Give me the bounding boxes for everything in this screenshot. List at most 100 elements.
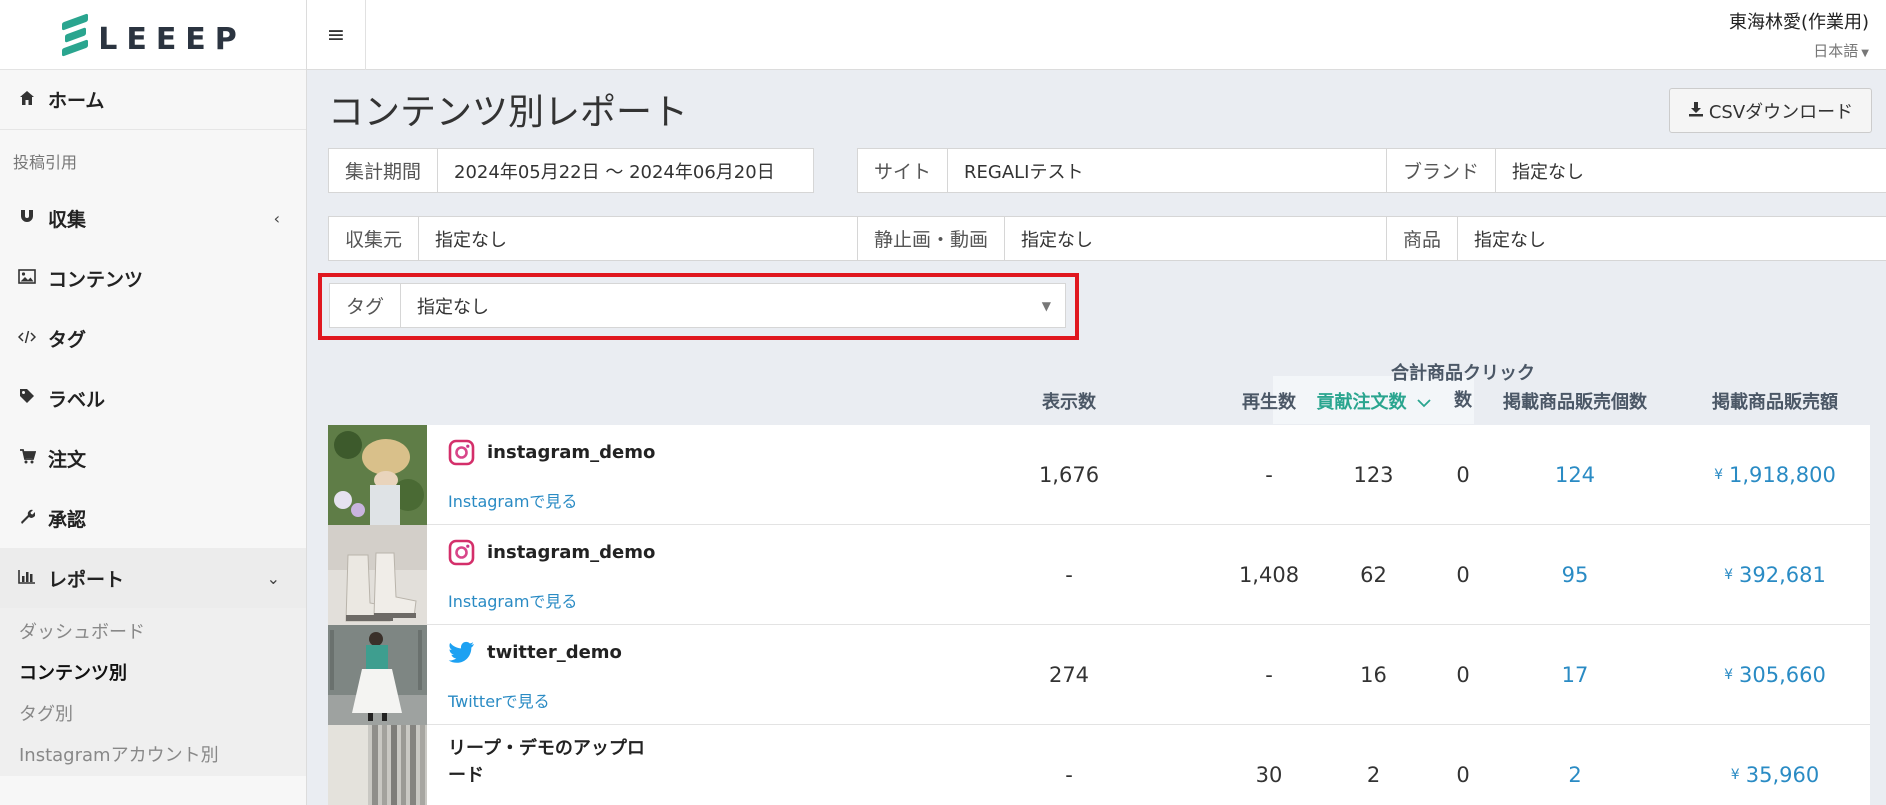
filter-period-value[interactable]: 2024年05月22日 ～ 2024年06月20日 xyxy=(438,149,813,192)
submenu-item-dashboard[interactable]: ダッシュボード xyxy=(0,612,306,653)
content-thumbnail[interactable] xyxy=(328,625,427,725)
sidebar-item-label: ラベル xyxy=(48,388,106,411)
csv-download-label: CSVダウンロード xyxy=(1708,101,1854,123)
cell-impressions: 274 xyxy=(1048,663,1090,687)
table-row[interactable]: instagram_demo Instagramで見る 1,676 - 0 12… xyxy=(328,425,1870,525)
sidebar-item-report[interactable]: レポート ⌄ xyxy=(0,548,306,608)
page-title: コンテンツ別レポート xyxy=(328,92,689,133)
cell-sales[interactable]: ¥1,918,800 xyxy=(1675,425,1875,525)
bar-chart-icon xyxy=(16,569,38,588)
account-info: instagram_demo xyxy=(448,439,655,466)
cell-sales[interactable]: ¥35,960 xyxy=(1675,725,1875,805)
filter-media-type[interactable]: 静止画・動画 指定なし xyxy=(857,216,1387,261)
cart-icon xyxy=(16,448,38,468)
logo[interactable]: LEEEP xyxy=(0,0,306,70)
menu-toggle-icon[interactable]: ≡ xyxy=(307,0,366,70)
cell-sales[interactable]: ¥392,681 xyxy=(1675,525,1875,625)
filter-period[interactable]: 集計期間 2024年05月22日 ～ 2024年06月20日 xyxy=(328,148,814,193)
user-name[interactable]: 東海林愛(作業用) xyxy=(1729,8,1869,34)
sidebar-item-label: レポート xyxy=(48,568,125,591)
currency-symbol: ¥ xyxy=(1714,467,1724,483)
filter-site[interactable]: サイト REGALIテスト xyxy=(857,148,1387,193)
account-name: instagram_demo xyxy=(487,542,656,563)
header-sales[interactable]: 掲載商品販売額 xyxy=(1675,388,1875,414)
filter-brand-value[interactable]: 指定なし xyxy=(1496,149,1886,192)
sidebar-item-label: コンテンツ xyxy=(48,268,144,291)
content-thumbnail[interactable] xyxy=(328,725,427,805)
account-name: instagram_demo xyxy=(487,442,656,463)
content-thumbnail[interactable] xyxy=(328,425,427,525)
table-row[interactable]: リープ・デモのアップロード - 30 0 2 2 ¥35,960 xyxy=(328,725,1870,805)
currency-symbol: ¥ xyxy=(1724,667,1734,683)
filter-source-value[interactable]: 指定なし xyxy=(419,217,857,260)
filter-brand[interactable]: ブランド 指定なし xyxy=(1386,148,1886,193)
logo-mark-icon xyxy=(60,12,90,57)
home-icon xyxy=(16,90,38,110)
main-content: コンテンツ別レポート CSVダウンロード 集計期間 2024年05月22日 ～ … xyxy=(307,70,1886,805)
view-on-instagram-link[interactable]: Instagramで見る xyxy=(448,488,577,512)
sidebar-item-label: ホーム xyxy=(48,90,105,112)
tag-icon xyxy=(16,388,38,408)
logo-text: LEEEP xyxy=(98,22,246,57)
cell-units[interactable]: 2 xyxy=(1475,725,1675,805)
filter-site-value[interactable]: REGALIテスト xyxy=(948,149,1386,192)
csv-download-button[interactable]: CSVダウンロード xyxy=(1669,88,1872,133)
cell-units[interactable]: 124 xyxy=(1475,425,1675,525)
sidebar-item-contents[interactable]: コンテンツ xyxy=(0,248,306,308)
cell-sales[interactable]: ¥305,660 xyxy=(1675,625,1875,725)
language-label: 日本語 xyxy=(1813,42,1859,60)
view-on-twitter-link[interactable]: Twitterで見る xyxy=(448,688,550,712)
chevron-left-icon: ‹ xyxy=(273,208,280,228)
cell-orders: 123 xyxy=(1353,463,1394,487)
submenu-item-by-instagram-account[interactable]: Instagramアカウント別 xyxy=(0,735,306,776)
filter-product-value[interactable]: 指定なし xyxy=(1458,217,1886,260)
sidebar-item-approval[interactable]: 承認 xyxy=(0,488,306,548)
cell-orders: 16 xyxy=(1360,663,1387,687)
filter-media-type-value[interactable]: 指定なし xyxy=(1005,217,1386,260)
image-icon xyxy=(16,268,38,288)
table-row[interactable]: instagram_demo Instagramで見る - 1,408 0 62… xyxy=(328,525,1870,625)
filter-media-type-label: 静止画・動画 xyxy=(858,217,1006,260)
sidebar-item-label: タグ xyxy=(48,328,87,351)
sidebar-item-partial[interactable] xyxy=(0,776,306,805)
language-selector[interactable]: 日本語 ▼ xyxy=(1813,40,1869,61)
submenu-item-by-tag[interactable]: タグ別 xyxy=(0,694,306,735)
header-units[interactable]: 掲載商品販売個数 xyxy=(1475,388,1675,414)
sidebar-item-orders[interactable]: 注文 xyxy=(0,428,306,488)
submenu-item-by-content[interactable]: コンテンツ別 xyxy=(0,653,306,694)
wrench-icon xyxy=(16,508,38,528)
filter-source-label: 収集元 xyxy=(329,217,420,260)
view-on-instagram-link[interactable]: Instagramで見る xyxy=(448,588,577,612)
sidebar-item-label: 注文 xyxy=(48,448,87,471)
chevron-down-icon: ⌄ xyxy=(266,568,280,588)
header-orders[interactable]: 貢献注文数 xyxy=(1273,388,1474,414)
top-bar: ≡ 東海林愛(作業用) 日本語 ▼ xyxy=(307,0,1886,70)
account-info: twitter_demo xyxy=(448,639,622,666)
sort-desc-icon xyxy=(1416,392,1431,413)
sidebar-item-labels[interactable]: ラベル xyxy=(0,368,306,428)
highlight-annotation xyxy=(318,273,1079,340)
currency-symbol: ¥ xyxy=(1730,767,1740,783)
content-thumbnail[interactable] xyxy=(328,525,427,625)
sidebar-item-tags[interactable]: タグ xyxy=(0,308,306,368)
account-name: twitter_demo xyxy=(487,642,622,663)
sidebar-item-collect[interactable]: 収集 ‹ xyxy=(0,188,306,248)
sales-value: 392,681 xyxy=(1739,563,1826,587)
upload-title: リープ・デモのアップロード xyxy=(448,738,645,786)
filter-brand-label: ブランド xyxy=(1387,149,1497,192)
sidebar-section-label: 投稿引用 xyxy=(13,153,78,172)
cell-units[interactable]: 17 xyxy=(1475,625,1675,725)
table-row[interactable]: twitter_demo Twitterで見る 274 - 0 16 17 ¥3… xyxy=(328,625,1870,725)
filter-site-label: サイト xyxy=(858,149,949,192)
instagram-icon xyxy=(448,539,475,566)
sales-value: 1,918,800 xyxy=(1729,463,1836,487)
filter-source[interactable]: 収集元 指定なし xyxy=(328,216,858,261)
twitter-icon xyxy=(448,639,475,666)
report-submenu: ダッシュボード コンテンツ別 タグ別 Instagramアカウント別 xyxy=(0,608,306,776)
filter-product[interactable]: 商品 指定なし xyxy=(1386,216,1886,261)
cell-units[interactable]: 95 xyxy=(1475,525,1675,625)
sidebar-item-label: 承認 xyxy=(48,508,87,531)
header-impressions[interactable]: 表示数 xyxy=(989,388,1149,414)
sidebar: LEEEP ホーム 投稿引用 収集 ‹ コンテンツ タグ ラベル 注文 承認 レ… xyxy=(0,0,307,805)
sidebar-item-home[interactable]: ホーム xyxy=(0,70,306,130)
